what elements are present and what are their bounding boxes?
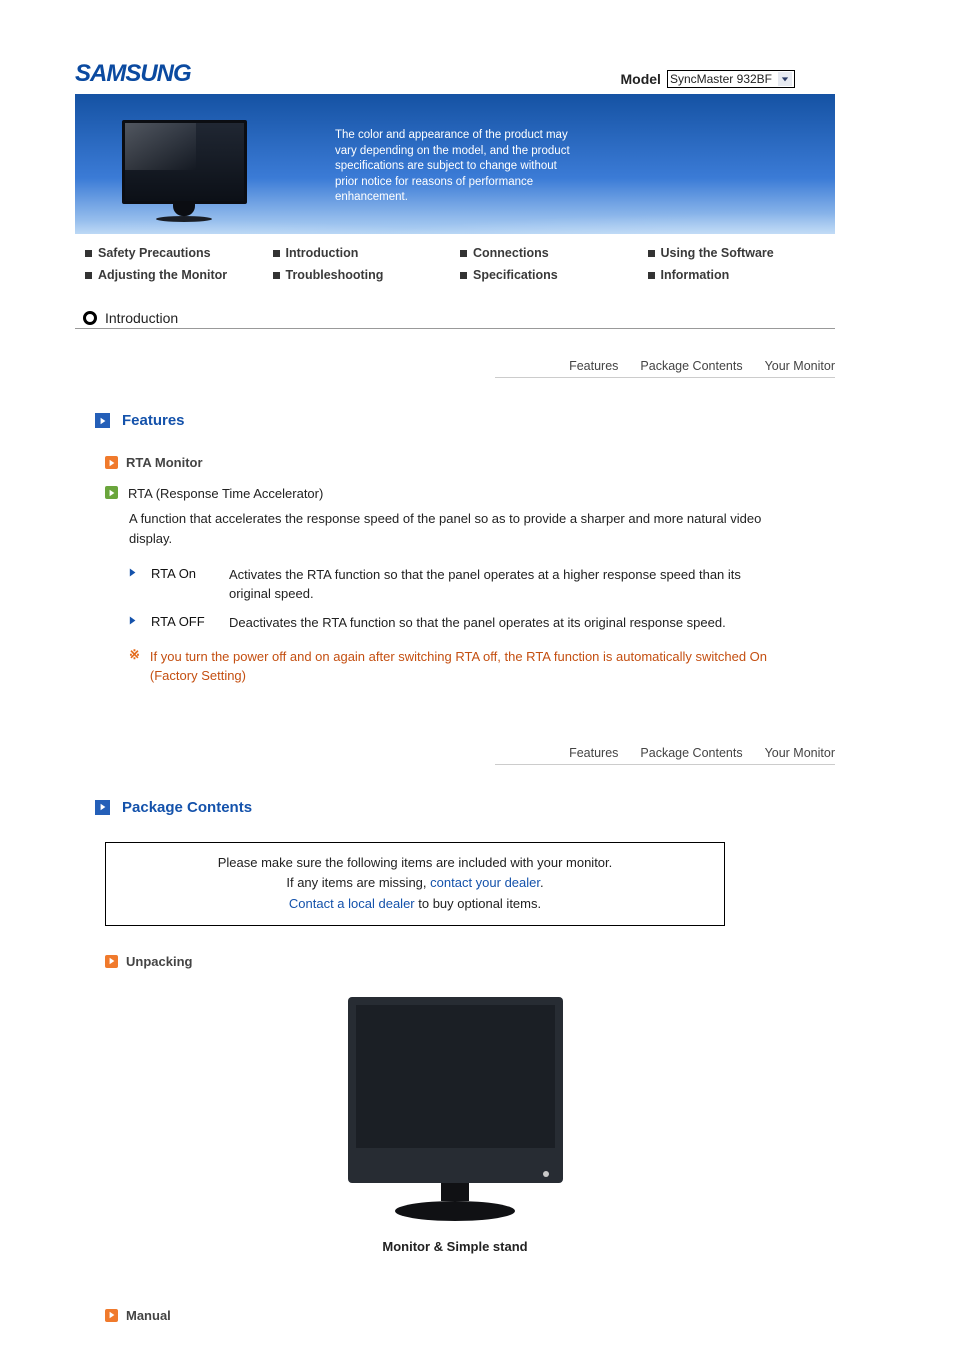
- nav-label: Using the Software: [661, 246, 774, 260]
- subtab-your-monitor[interactable]: Your Monitor: [765, 359, 835, 373]
- callout-line3-post: to buy optional items.: [415, 896, 541, 911]
- subtab-package-contents[interactable]: Package Contents: [640, 359, 742, 373]
- callout-line3: Contact a local dealer to buy optional i…: [126, 894, 704, 915]
- package-contents-title: Package Contents: [122, 799, 252, 816]
- rta-off-label: RTA OFF: [151, 614, 215, 629]
- model-select-value: SyncMaster 932BF: [670, 72, 772, 86]
- callout-line2-post: .: [540, 875, 544, 890]
- nav-label: Troubleshooting: [286, 268, 384, 282]
- orange-arrow-icon: [105, 955, 118, 968]
- product-caption: Monitor & Simple stand: [382, 1239, 527, 1254]
- nav-safety-precautions[interactable]: Safety Precautions: [75, 242, 273, 264]
- rta-monitor-subheading: RTA Monitor: [105, 455, 835, 470]
- square-bullet-icon: [273, 250, 280, 257]
- chip-label: Introduction: [105, 310, 178, 326]
- hero-monitor-image: [119, 120, 249, 222]
- blue-arrow-icon: [129, 614, 137, 629]
- banner-disclaimer: The color and appearance of the product …: [335, 128, 583, 206]
- square-bullet-icon: [273, 272, 280, 279]
- subtab-package-contents[interactable]: Package Contents: [640, 746, 742, 760]
- manual-subheading: Manual: [105, 1308, 835, 1323]
- nav-introduction[interactable]: Introduction: [273, 242, 461, 264]
- section-chip: Introduction: [75, 310, 835, 329]
- section-arrow-icon: [95, 800, 110, 815]
- rta-monitor-label: RTA Monitor: [126, 455, 203, 470]
- unpacking-subheading: Unpacking: [105, 954, 835, 969]
- rta-off-desc: Deactivates the RTA function so that the…: [229, 614, 769, 633]
- rta-item-row: RTA (Response Time Accelerator): [105, 486, 835, 501]
- note-symbol-icon: ※: [129, 647, 140, 686]
- square-bullet-icon: [648, 272, 655, 279]
- nav-label: Connections: [473, 246, 549, 260]
- nav-information[interactable]: Information: [648, 264, 836, 286]
- green-arrow-icon: [105, 486, 118, 499]
- rta-on-label: RTA On: [151, 566, 215, 581]
- callout-line2: If any items are missing, contact your d…: [126, 873, 704, 894]
- chip-circle-icon: [83, 311, 97, 325]
- power-indicator-icon: [543, 1171, 549, 1177]
- subtabs-top: Features Package Contents Your Monitor: [495, 359, 835, 378]
- blue-arrow-icon: [129, 566, 137, 581]
- orange-arrow-icon: [105, 1309, 118, 1322]
- subtab-features[interactable]: Features: [569, 746, 618, 760]
- dropdown-arrow-icon: [778, 72, 792, 86]
- product-monitor-image: [348, 997, 563, 1183]
- rta-on-desc: Activates the RTA function so that the p…: [229, 566, 769, 604]
- rta-description: A function that accelerates the response…: [129, 509, 769, 548]
- package-callout: Please make sure the following items are…: [105, 842, 725, 926]
- features-title: Features: [122, 412, 185, 429]
- square-bullet-icon: [648, 250, 655, 257]
- subtab-your-monitor[interactable]: Your Monitor: [765, 746, 835, 760]
- section-arrow-icon: [95, 413, 110, 428]
- product-figure: Monitor & Simple stand: [75, 997, 835, 1254]
- orange-arrow-icon: [105, 456, 118, 469]
- model-selector-wrap: Model SyncMaster 932BF: [621, 70, 796, 88]
- features-heading: Features: [95, 412, 835, 429]
- rta-note-text: If you turn the power off and on again a…: [150, 647, 769, 686]
- callout-line2-pre: If any items are missing,: [286, 875, 430, 890]
- hero-banner: The color and appearance of the product …: [75, 94, 835, 234]
- square-bullet-icon: [85, 272, 92, 279]
- subtab-features[interactable]: Features: [569, 359, 618, 373]
- local-dealer-link[interactable]: Contact a local dealer: [289, 896, 415, 911]
- nav-troubleshooting[interactable]: Troubleshooting: [273, 264, 461, 286]
- subtabs-middle: Features Package Contents Your Monitor: [495, 746, 835, 765]
- header-row: SAMSUNG Model SyncMaster 932BF: [75, 60, 835, 88]
- rta-item-label: RTA (Response Time Accelerator): [128, 486, 323, 501]
- nav-specifications[interactable]: Specifications: [460, 264, 648, 286]
- brand-logo: SAMSUNG: [75, 60, 191, 88]
- nav-connections[interactable]: Connections: [460, 242, 648, 264]
- square-bullet-icon: [460, 272, 467, 279]
- square-bullet-icon: [85, 250, 92, 257]
- contact-dealer-link[interactable]: contact your dealer: [430, 875, 540, 890]
- package-contents-heading: Package Contents: [95, 799, 835, 816]
- nav-label: Information: [661, 268, 730, 282]
- rta-options: RTA On Activates the RTA function so tha…: [129, 566, 769, 633]
- rta-option-off-row: RTA OFF Deactivates the RTA function so …: [129, 614, 769, 633]
- nav-label: Specifications: [473, 268, 558, 282]
- unpacking-label: Unpacking: [126, 954, 192, 969]
- nav-label: Adjusting the Monitor: [98, 268, 227, 282]
- nav-label: Safety Precautions: [98, 246, 211, 260]
- nav-using-software[interactable]: Using the Software: [648, 242, 836, 264]
- rta-note: ※ If you turn the power off and on again…: [129, 647, 769, 686]
- nav-label: Introduction: [286, 246, 359, 260]
- rta-option-on-row: RTA On Activates the RTA function so tha…: [129, 566, 769, 604]
- manual-label: Manual: [126, 1308, 171, 1323]
- nav-adjusting-monitor[interactable]: Adjusting the Monitor: [75, 264, 273, 286]
- square-bullet-icon: [460, 250, 467, 257]
- callout-line1: Please make sure the following items are…: [126, 853, 704, 874]
- model-label: Model: [621, 71, 661, 87]
- model-select[interactable]: SyncMaster 932BF: [667, 70, 795, 88]
- main-nav: Safety Precautions Introduction Connecti…: [75, 242, 835, 286]
